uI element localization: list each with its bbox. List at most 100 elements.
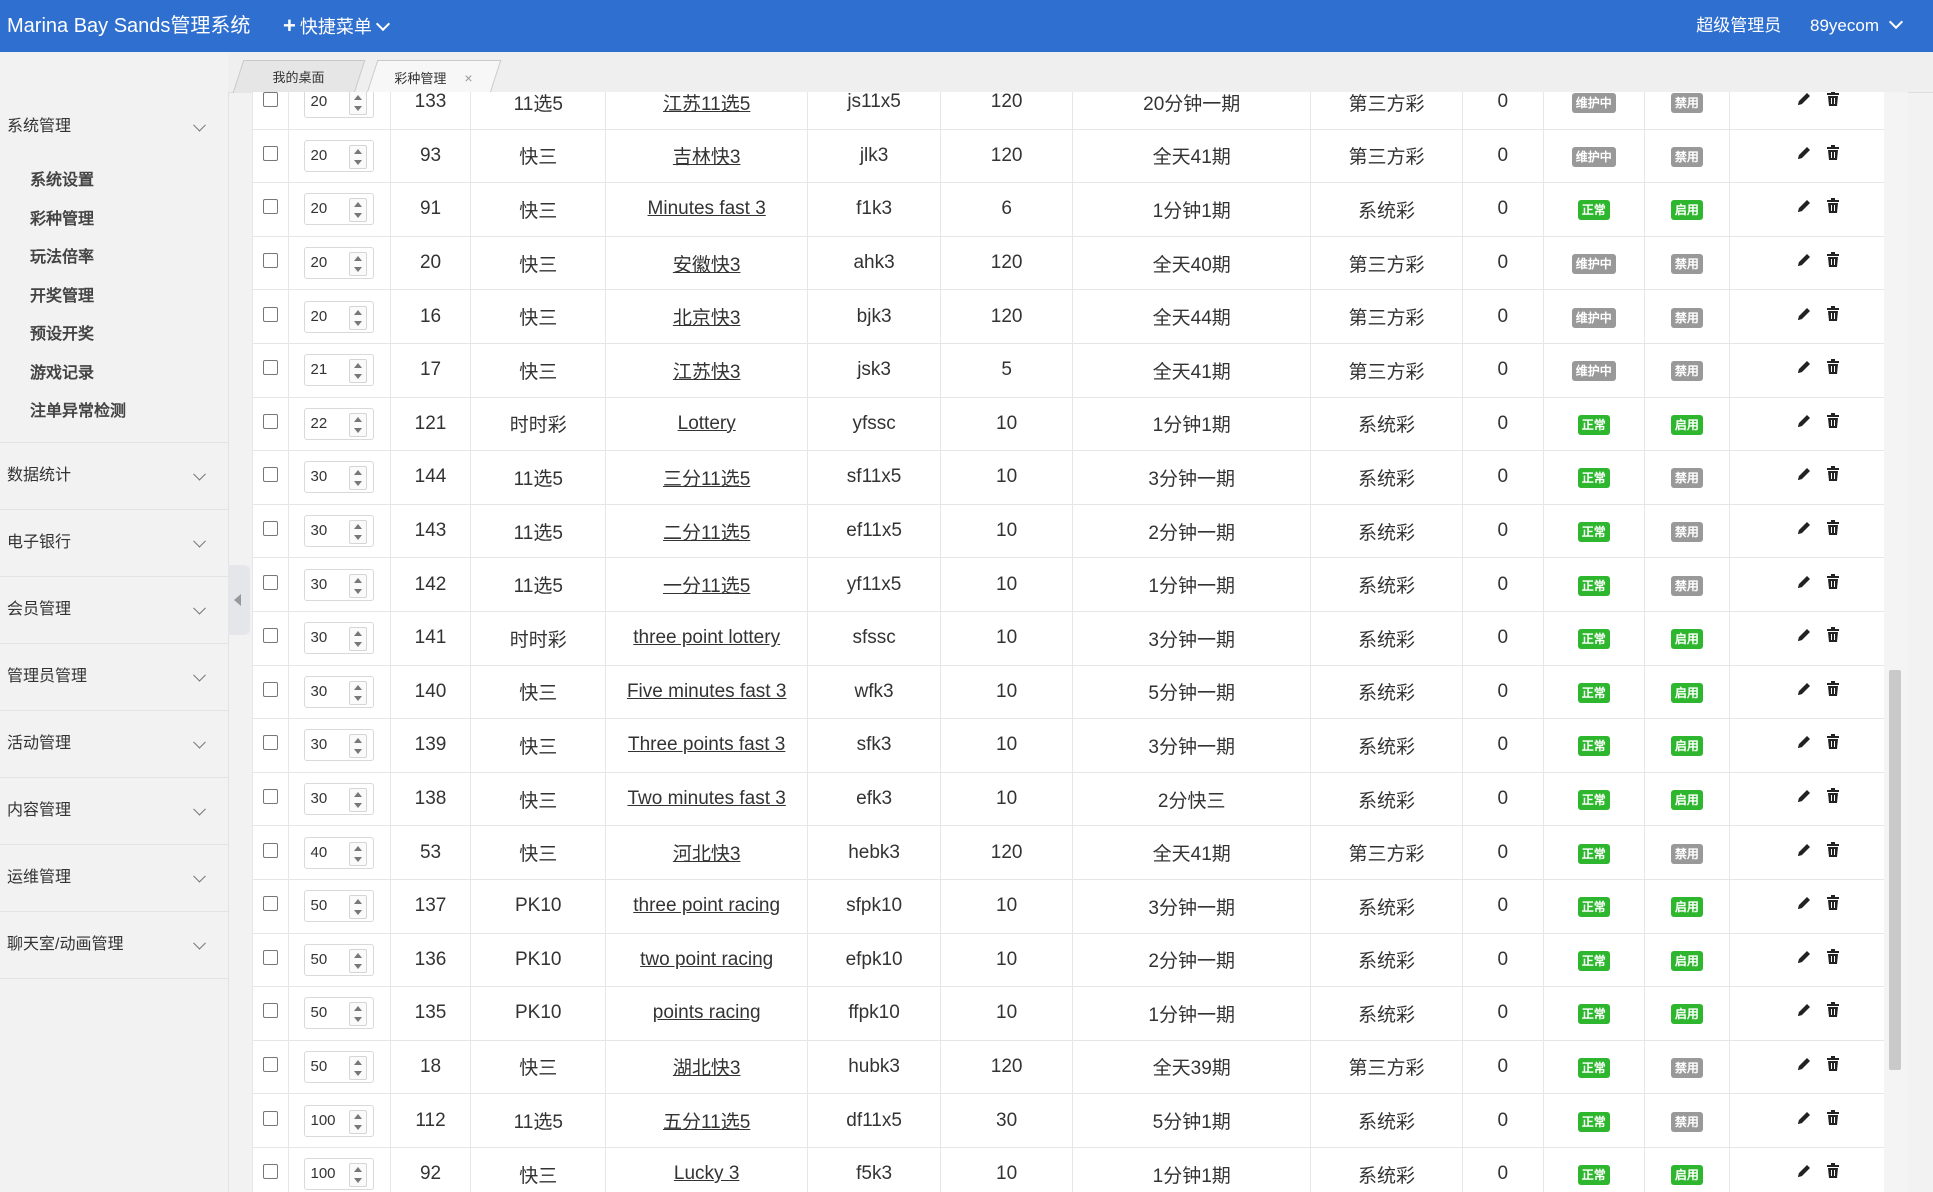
row-checkbox[interactable] [263,413,279,429]
delete-trash-icon[interactable] [1826,1109,1840,1132]
stepper-arrows-icon[interactable] [349,305,368,330]
lottery-name-link[interactable]: 湖北快3 [673,1058,741,1079]
status-badge[interactable]: 正常 [1577,468,1610,489]
lottery-name-link[interactable]: two point racing [640,949,773,970]
delete-trash-icon[interactable] [1826,359,1840,381]
enable-badge[interactable]: 启用 [1670,629,1703,650]
edit-pencil-icon[interactable] [1796,1002,1812,1024]
enable-badge[interactable]: 禁用 [1670,146,1703,167]
edit-pencil-icon[interactable] [1796,681,1812,703]
enable-badge[interactable]: 启用 [1670,414,1703,435]
lottery-name-link[interactable]: Two minutes fast 3 [627,788,785,809]
sort-order-stepper[interactable]: 20 [304,300,375,333]
sort-order-stepper[interactable]: 50 [304,1050,375,1083]
sort-order-stepper[interactable]: 20 [304,139,375,172]
row-checkbox[interactable] [263,1110,279,1126]
row-checkbox[interactable] [263,842,279,858]
row-checkbox[interactable] [263,521,279,537]
edit-pencil-icon[interactable] [1796,1163,1812,1185]
row-checkbox[interactable] [263,360,279,376]
lottery-name-link[interactable]: 二分11选5 [663,523,750,544]
sort-order-stepper[interactable]: 21 [304,354,375,387]
tab-desktop[interactable]: 我的桌面 [232,60,366,93]
stepper-arrows-icon[interactable] [349,734,368,759]
enable-badge[interactable]: 禁用 [1670,361,1703,382]
sidebar-item-play-odds[interactable]: 玩法倍率 [0,239,228,278]
lottery-name-link[interactable]: Minutes fast 3 [648,198,766,219]
enable-badge[interactable]: 启用 [1670,790,1703,811]
sort-order-stepper[interactable]: 22 [304,407,375,440]
lottery-name-link[interactable]: Three points fast 3 [628,734,785,755]
sidebar-group-statistics[interactable]: 数据统计 [0,443,228,510]
status-badge[interactable]: 正常 [1577,575,1610,596]
edit-pencil-icon[interactable] [1796,949,1812,971]
delete-trash-icon[interactable] [1826,466,1840,488]
edit-pencil-icon[interactable] [1796,734,1812,756]
scrollbar-thumb[interactable] [1889,670,1901,1070]
delete-trash-icon[interactable] [1826,895,1840,917]
status-badge[interactable]: 维护中 [1571,361,1616,382]
vertical-scrollbar[interactable] [1884,92,1908,1192]
status-badge[interactable]: 正常 [1577,1004,1610,1025]
status-badge[interactable]: 正常 [1577,1111,1610,1132]
sort-order-stepper[interactable]: 50 [304,890,375,923]
lottery-name-link[interactable]: Five minutes fast 3 [627,681,786,702]
status-badge[interactable]: 维护中 [1571,307,1616,328]
delete-trash-icon[interactable] [1826,1002,1840,1024]
row-checkbox[interactable] [263,1164,279,1180]
enable-badge[interactable]: 启用 [1670,200,1703,221]
lottery-name-link[interactable]: 北京快3 [673,308,741,329]
stepper-arrows-icon[interactable] [349,252,368,277]
enable-badge[interactable]: 启用 [1670,897,1703,918]
sidebar-item-game-records[interactable]: 游戏记录 [0,355,228,394]
enable-badge[interactable]: 禁用 [1670,93,1703,114]
sort-order-stepper[interactable]: 100 [304,1104,375,1137]
lottery-name-link[interactable]: 一分11选5 [663,576,750,597]
row-checkbox[interactable] [263,1056,279,1072]
stepper-arrows-icon[interactable] [349,788,368,813]
stepper-arrows-icon[interactable] [349,1109,368,1134]
stepper-arrows-icon[interactable] [349,92,368,116]
sort-order-stepper[interactable]: 40 [304,836,375,869]
status-badge[interactable]: 正常 [1577,414,1610,435]
lottery-name-link[interactable]: Lottery [678,413,736,434]
sidebar-group-content[interactable]: 内容管理 [0,778,228,845]
sidebar-item-draw-management[interactable]: 开奖管理 [0,278,228,317]
delete-trash-icon[interactable] [1826,520,1840,542]
row-checkbox[interactable] [263,92,279,108]
edit-pencil-icon[interactable] [1796,413,1812,435]
enable-badge[interactable]: 启用 [1670,1165,1703,1186]
row-checkbox[interactable] [263,467,279,483]
stepper-arrows-icon[interactable] [349,573,368,598]
status-badge[interactable]: 正常 [1577,522,1610,543]
enable-badge[interactable]: 禁用 [1670,575,1703,596]
delete-trash-icon[interactable] [1826,1163,1840,1185]
delete-trash-icon[interactable] [1826,680,1840,703]
edit-pencil-icon[interactable] [1796,92,1812,113]
tab-lottery-management[interactable]: 彩种管理 × [366,60,502,93]
sort-order-stepper[interactable]: 50 [304,943,375,976]
lottery-name-link[interactable]: 吉林快3 [673,147,741,168]
sort-order-stepper[interactable]: 100 [304,1158,375,1191]
delete-trash-icon[interactable] [1826,788,1840,810]
row-checkbox[interactable] [263,949,279,965]
delete-trash-icon[interactable] [1826,627,1840,649]
delete-trash-icon[interactable] [1826,412,1840,435]
stepper-arrows-icon[interactable] [349,144,368,169]
row-checkbox[interactable] [263,681,279,697]
lottery-name-link[interactable]: three point racing [633,895,780,916]
row-checkbox[interactable] [263,199,279,215]
lottery-name-link[interactable]: 江苏11选5 [663,94,750,115]
status-badge[interactable]: 维护中 [1571,254,1616,275]
edit-pencil-icon[interactable] [1796,1056,1812,1078]
stepper-arrows-icon[interactable] [349,412,368,437]
row-checkbox[interactable] [263,896,279,912]
stepper-arrows-icon[interactable] [349,520,368,545]
delete-trash-icon[interactable] [1826,573,1840,596]
sidebar-group-ops[interactable]: 运维管理 [0,845,228,912]
enable-badge[interactable]: 禁用 [1670,1111,1703,1132]
sort-order-stepper[interactable]: 20 [304,247,375,280]
status-badge[interactable]: 正常 [1577,950,1610,971]
enable-badge[interactable]: 禁用 [1670,468,1703,489]
sidebar-group-system[interactable]: 系统管理 [0,92,228,162]
